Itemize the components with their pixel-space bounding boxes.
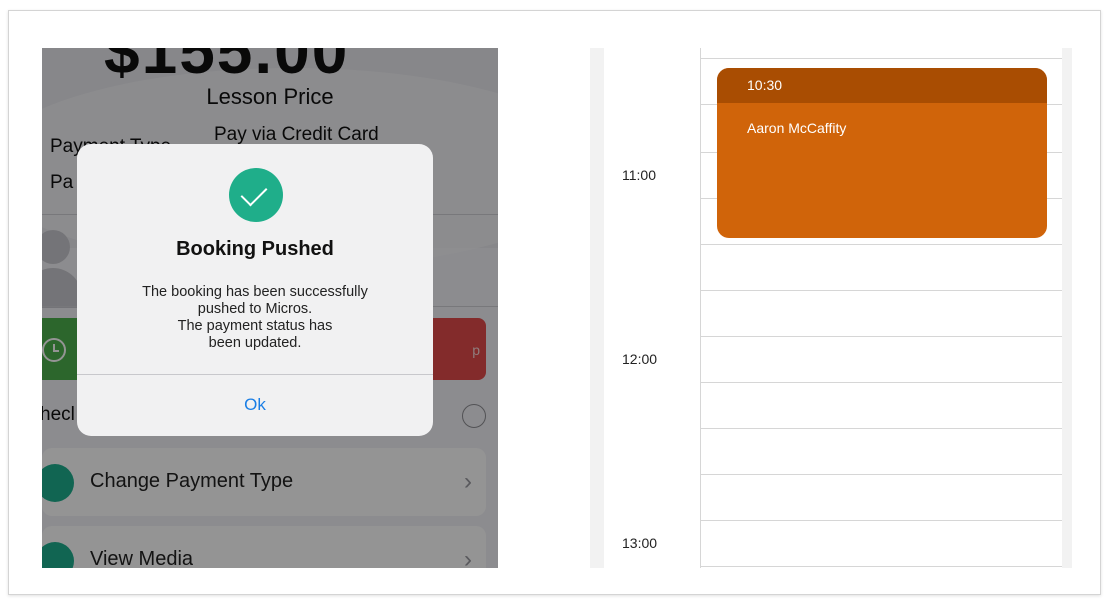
- dialog-message-line: been updated.: [208, 335, 302, 351]
- slot-line: [700, 244, 1062, 245]
- event-time: 10:30: [747, 77, 783, 93]
- booking-pushed-dialog: Booking Pushed The booking has been succ…: [77, 144, 433, 436]
- slot-line: [700, 566, 1062, 567]
- slot-line: [700, 382, 1062, 383]
- slot-line: [700, 520, 1062, 521]
- dialog-message-line: The booking has been successfully: [142, 284, 368, 300]
- calendar-day-view: 11:00 12:00 13:00 10:30 Aaron McCaffity: [590, 48, 1072, 568]
- booking-detail-screen: $155.00 Lesson Price Payment Type Pay vi…: [42, 48, 498, 568]
- slot-line: [700, 474, 1062, 475]
- calendar-gutter: [1062, 48, 1072, 568]
- time-label: 11:00: [622, 167, 656, 183]
- event-customer-name: Aaron McCaffity: [747, 120, 847, 136]
- time-label: 12:00: [622, 351, 658, 367]
- ok-button[interactable]: Ok: [77, 375, 433, 436]
- dialog-message: The booking has been successfully pushed…: [101, 284, 409, 352]
- slot-line: [700, 428, 1062, 429]
- dialog-message-line: The payment status has: [177, 318, 333, 334]
- calendar-gutter: [590, 48, 604, 568]
- booking-event[interactable]: 10:30 Aaron McCaffity: [717, 68, 1047, 238]
- slot-line: [700, 290, 1062, 291]
- dialog-title: Booking Pushed: [176, 238, 334, 260]
- success-check-icon: [229, 168, 283, 222]
- time-column-divider: [700, 48, 701, 568]
- slot-line: [700, 58, 1062, 59]
- time-label: 13:00: [622, 535, 658, 551]
- dialog-message-line: pushed to Micros.: [197, 301, 313, 317]
- slot-line: [700, 336, 1062, 337]
